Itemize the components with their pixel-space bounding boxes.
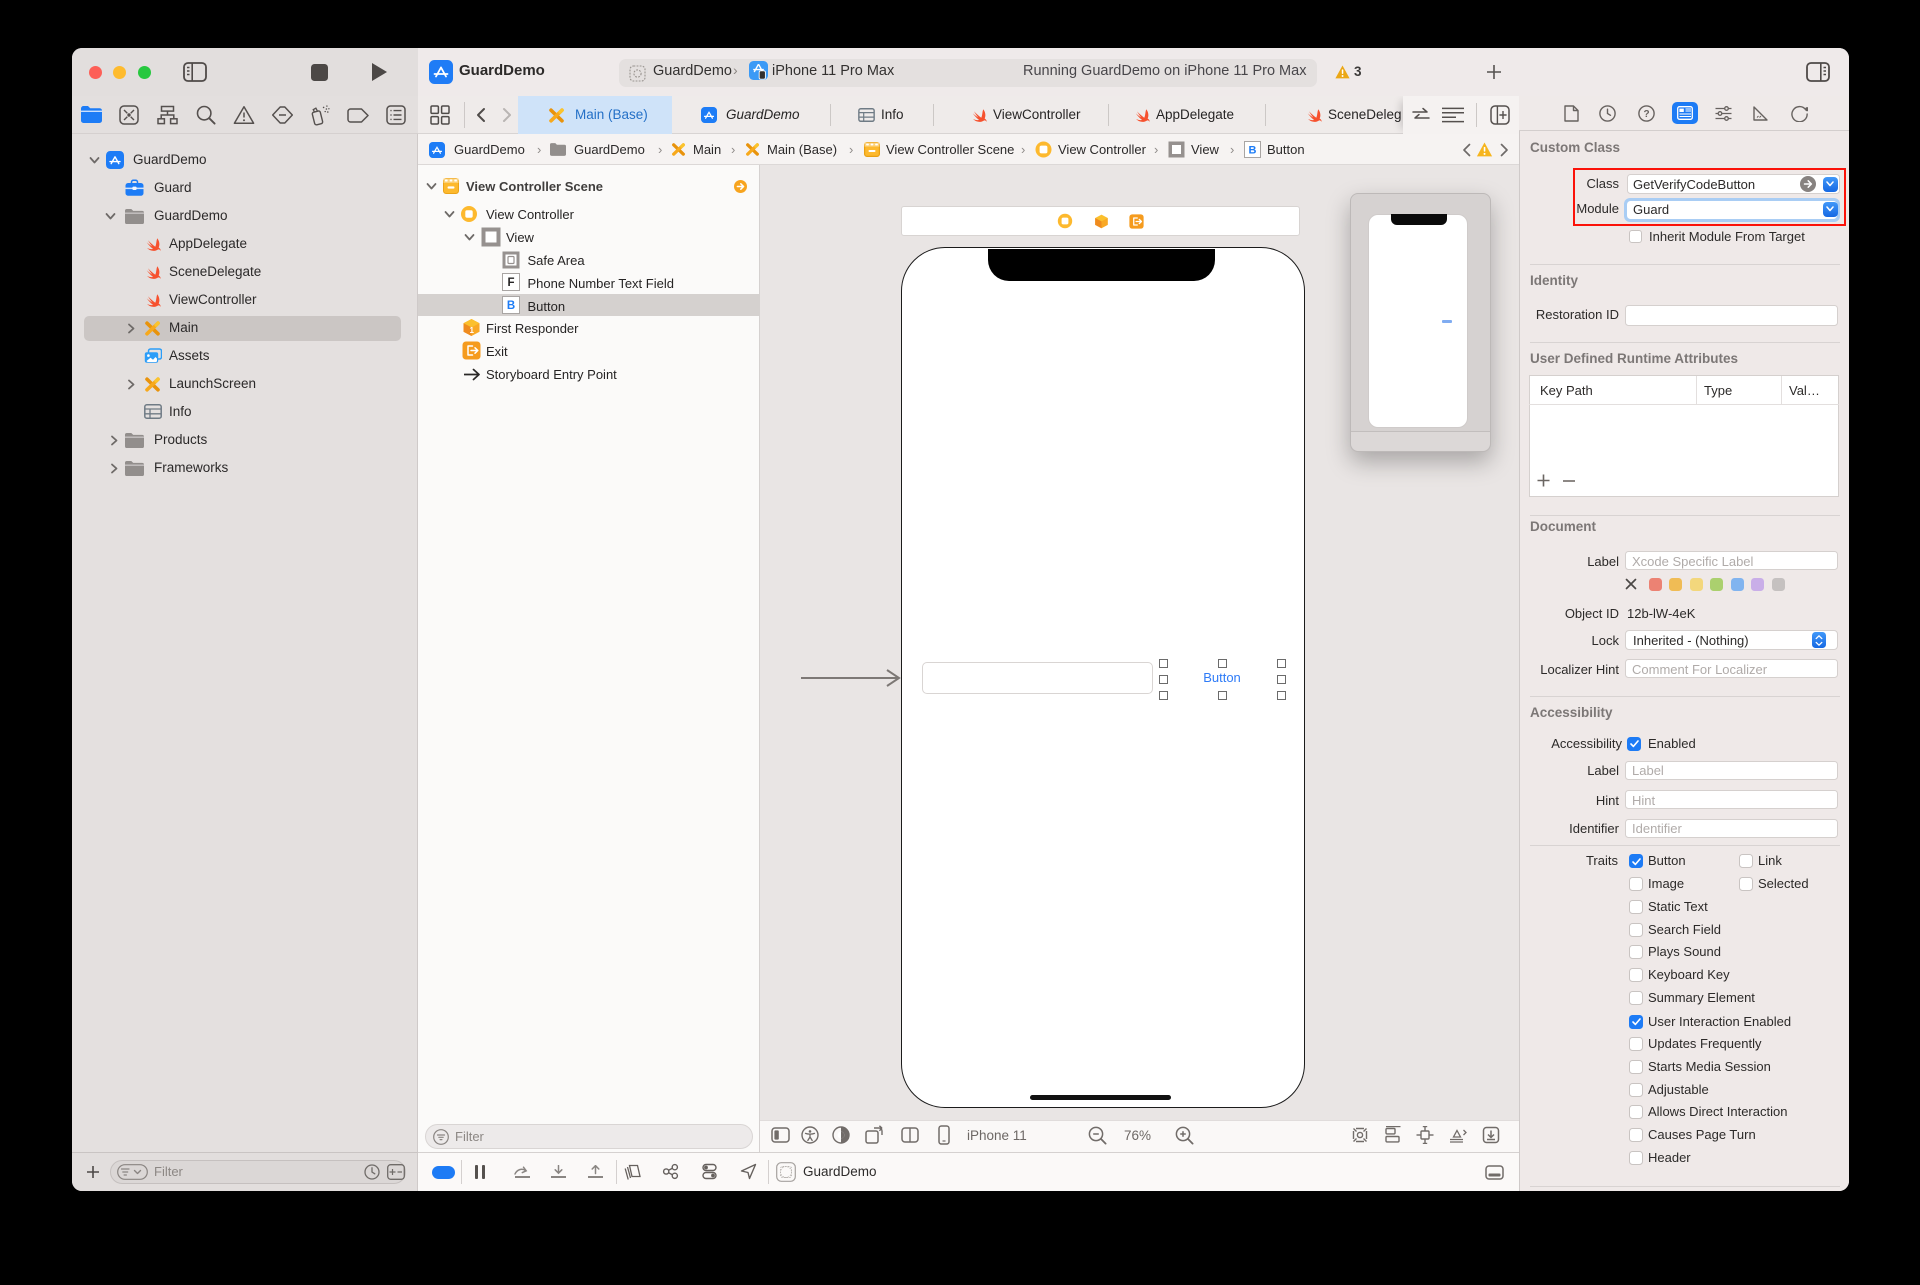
svg-text:B: B [1249,145,1257,157]
svg-text:F: F [507,277,514,289]
svg-text:B: B [507,300,515,312]
svg-text:?: ? [1643,109,1649,120]
svg-text:1: 1 [469,326,474,335]
